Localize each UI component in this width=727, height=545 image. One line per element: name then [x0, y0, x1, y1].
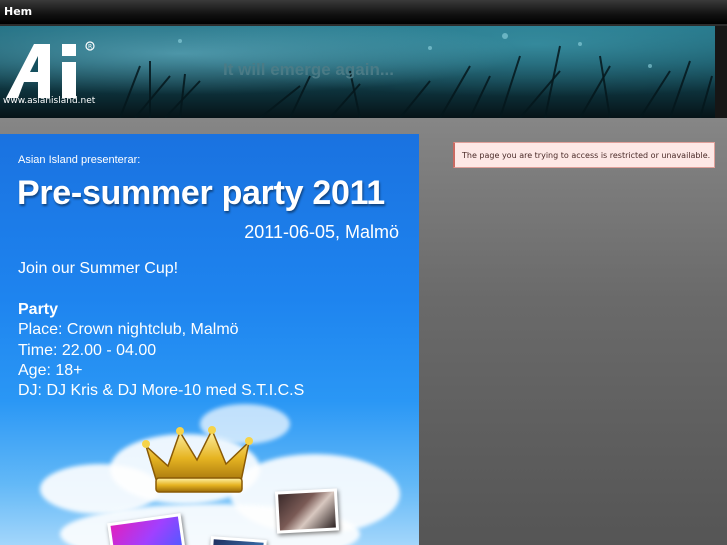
- poster-time: Time: 22.00 - 04.00: [18, 342, 157, 359]
- poster-place: Place: Crown nightclub, Malmö: [18, 321, 239, 338]
- restricted-notice: The page you are trying to access is res…: [453, 142, 715, 168]
- poster-title: Pre-summer party 2011: [17, 174, 385, 212]
- poster-age: Age: 18+: [18, 362, 83, 379]
- poster-presents-text: Asian Island presenterar:: [18, 154, 141, 166]
- event-poster[interactable]: Asian Island presenterar: Pre-summer par…: [0, 134, 419, 545]
- poster-cup-text: Join our Summer Cup!: [18, 260, 179, 277]
- svg-text:R: R: [88, 44, 92, 51]
- poster-dj: DJ: DJ Kris & DJ More-10 med S.T.I.C.S: [18, 382, 305, 399]
- banner-edge: [715, 26, 727, 118]
- restricted-notice-text: The page you are trying to access is res…: [462, 151, 711, 160]
- crown-icon: [142, 426, 253, 493]
- header-tagline: It will emerge again...: [223, 60, 394, 79]
- header-banner: R www.asianisland.net It will emerge aga…: [0, 26, 715, 118]
- top-nav-bar: Hem: [0, 0, 727, 26]
- logo-url-text: www.asianisland.net: [3, 96, 96, 106]
- asianisland-logo-icon[interactable]: R: [4, 40, 96, 100]
- poster-section-heading: Party: [18, 301, 59, 318]
- party-photo: [274, 488, 340, 534]
- nav-home-link[interactable]: Hem: [4, 5, 32, 18]
- poster-date-location: 2011-06-05, Malmö: [244, 222, 399, 242]
